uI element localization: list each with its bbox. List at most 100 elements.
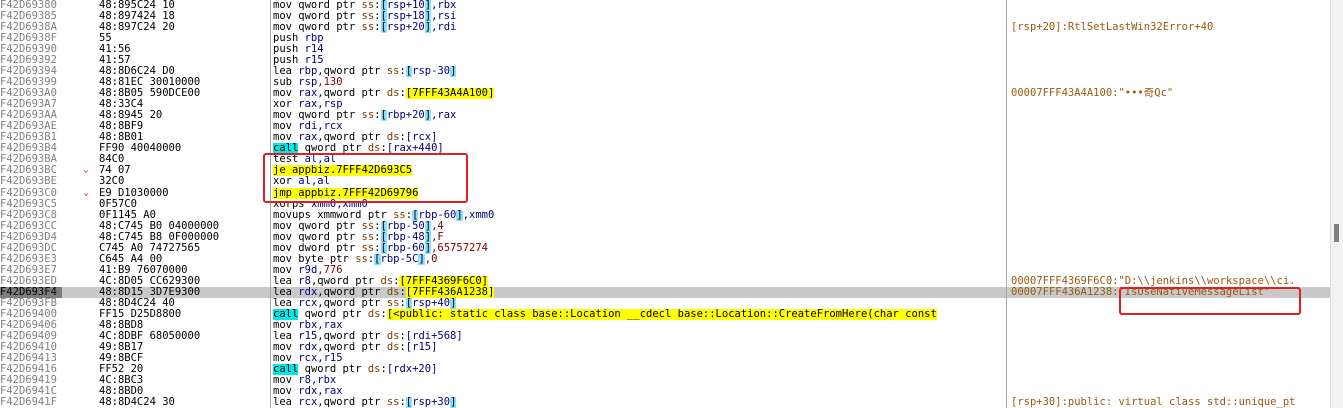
instruction-token: lea bbox=[273, 330, 299, 342]
disasm-row[interactable]: F42D69416 FF52 20 call qword ptr ds:[rdx+2… bbox=[0, 363, 1331, 375]
comment-cell bbox=[1011, 320, 1331, 331]
bytes-cell: 41:57 bbox=[99, 55, 131, 67]
disasm-row[interactable]: F42D693B1 48:8B01 mov rax,qword ptr ds:[rc… bbox=[0, 132, 1331, 143]
comment-cell: [rsp+30]:public: virtual class std::uniq… bbox=[1011, 397, 1296, 408]
disasm-row[interactable]: F42D693C5 0F57C0 xorps xmm0,xmm0 bbox=[0, 199, 1331, 210]
instruction-token: rbp+20 bbox=[386, 110, 425, 122]
instruction-token: ,qword ptr bbox=[310, 275, 381, 287]
address-cell: F42D6938F bbox=[0, 33, 57, 45]
instruction-cell: je appbiz.7FFF42D693C5 bbox=[273, 165, 1005, 177]
bytes-cell: 48:8D4C24 40 bbox=[99, 297, 175, 309]
instruction-token: : bbox=[399, 66, 406, 78]
disasm-row[interactable]: F42D69380 48:895C24 10 mov qword ptr ss:[r… bbox=[0, 0, 1331, 11]
instruction-token: [rax+440] bbox=[386, 143, 444, 155]
instruction-cell: call qword ptr ds:[rdx+20] bbox=[273, 363, 1005, 375]
disasm-row[interactable]: F42D693CC 48:C745 B0 04000000 mov qword pt… bbox=[0, 220, 1331, 232]
instruction-token: rsp+40 bbox=[412, 297, 451, 309]
instruction-token: mov qword ptr bbox=[273, 11, 362, 23]
disasm-row[interactable]: F42D693BA 84C0 test al,al bbox=[0, 154, 1331, 165]
instruction-token: r8 bbox=[298, 275, 311, 287]
disasm-row[interactable]: F42D693FB 48:8D4C24 40 lea rcx,qword ptr s… bbox=[0, 297, 1331, 309]
jump-arrow-icon bbox=[80, 342, 92, 353]
comment-cell bbox=[1011, 342, 1331, 353]
disasm-row[interactable]: F42D693ED 4C:8D05 CC629300 lea r8,qword pt… bbox=[0, 275, 1331, 287]
disasm-row[interactable]: F42D69392 41:57 push r15 bbox=[0, 55, 1331, 66]
vertical-scrollbar[interactable] bbox=[1330, 0, 1343, 408]
scrollbar-thumb[interactable] bbox=[1334, 224, 1339, 242]
instruction-token: : bbox=[399, 88, 406, 100]
jump-arrow-icon bbox=[80, 99, 92, 110]
instruction-token: push bbox=[273, 55, 305, 67]
disasm-row[interactable]: F42D693D4 48:C745 B8 0F000000 mov qword pt… bbox=[0, 231, 1331, 243]
instruction-token: push bbox=[273, 33, 305, 45]
instruction-cell: mov rcx,r15 bbox=[273, 353, 1005, 364]
comment-cell: 00007FFF43A4A100:"•••奇Qc" bbox=[1011, 88, 1174, 100]
disasm-row[interactable]: F42D693AE 48:8BF9 mov rdi,rcx bbox=[0, 121, 1331, 132]
instruction-cell: mov rdx,rax bbox=[273, 386, 1005, 397]
address-cell: F42D693BC bbox=[0, 165, 57, 177]
instruction-token: je appbiz.7FFF42D693C5 bbox=[273, 165, 413, 177]
disasm-row[interactable]: F42D69390 41:56 push r14 bbox=[0, 44, 1331, 55]
comment-cell bbox=[1011, 265, 1331, 276]
disasm-row[interactable]: F42D6941F 48:8D4C24 30 lea rcx,qword ptr s… bbox=[0, 397, 1331, 408]
disasm-row[interactable]: F42D693A7 48:33C4 xor rax,rsp bbox=[0, 99, 1331, 110]
disasm-row[interactable]: F42D693BC ⌄ 74 07 je appbiz.7FFF42D693C5 bbox=[0, 165, 1331, 177]
instruction-token: lea bbox=[273, 286, 299, 298]
instruction-token: mov bbox=[273, 341, 299, 353]
disasm-row[interactable]: F42D693F4 48:8D15 3D7E9300 lea rdx,qword p… bbox=[0, 286, 1331, 298]
address-cell: F42D693E3 bbox=[0, 253, 57, 265]
jump-arrow-icon bbox=[80, 287, 92, 298]
comment-cell bbox=[1011, 188, 1331, 199]
instruction-cell: mov rax,qword ptr ds:[rcx] bbox=[273, 132, 1005, 143]
instruction-cell: call qword ptr ds:[<public: static class… bbox=[273, 308, 1005, 320]
instruction-token: ] bbox=[450, 297, 457, 309]
instruction-token: ds bbox=[367, 308, 381, 320]
address-cell: F42D693E7 bbox=[0, 264, 57, 276]
disasm-row[interactable]: F42D69419 4C:8BC3 mov r8,rbx bbox=[0, 375, 1331, 386]
instruction-token: rdi,rcx bbox=[298, 121, 343, 133]
bytes-cell: 48:8BD0 bbox=[99, 386, 144, 398]
disasm-row[interactable]: F42D693BE 32C0 xor al,al bbox=[0, 176, 1331, 187]
instruction-token: ss bbox=[361, 22, 375, 34]
bytes-cell: 74 07 bbox=[99, 165, 131, 177]
instruction-cell: lea rbp,qword ptr ss:[rsp-30] bbox=[273, 66, 1005, 78]
instruction-token: ,qword ptr bbox=[317, 66, 387, 78]
instruction-token: rcx bbox=[298, 297, 318, 309]
disasm-row[interactable]: F42D69385 48:897424 18 mov qword ptr ss:[r… bbox=[0, 11, 1331, 23]
jump-arrow-icon bbox=[80, 132, 92, 143]
disasm-row[interactable]: F42D693E7 41:B9 76070000 mov r9d,776 bbox=[0, 265, 1331, 276]
disasm-row[interactable]: F42D693C8 0F1145 A0 movups xmmword ptr ss:… bbox=[0, 209, 1331, 221]
disasm-row[interactable]: F42D69406 48:8BD8 mov rbx,rax bbox=[0, 320, 1331, 331]
instruction-token: [rcx] bbox=[405, 132, 438, 144]
disasm-row[interactable]: F42D69410 49:8B17 mov rdx,qword ptr ds:[r1… bbox=[0, 342, 1331, 353]
disasm-row[interactable]: F42D693B4 FF90 40040000 call qword ptr ds:… bbox=[0, 143, 1331, 155]
address-cell: F42D69413 bbox=[0, 352, 57, 364]
address-cell: F42D693B4 bbox=[0, 143, 57, 155]
disasm-row[interactable]: F42D693A0 48:8B05 590DCE00 mov rax,qword p… bbox=[0, 88, 1331, 100]
disasm-row[interactable]: F42D6938F 55 push rbp bbox=[0, 33, 1331, 44]
instruction-token: ss bbox=[361, 231, 375, 243]
disasm-row[interactable]: F42D69394 48:8D6C24 D0 lea rbp,qword ptr s… bbox=[0, 66, 1331, 78]
jump-arrow-icon bbox=[80, 55, 92, 66]
instruction-token: ,qword ptr bbox=[317, 397, 387, 408]
instruction-token: ss bbox=[361, 11, 375, 23]
instruction-cell: lea r8,qword ptr ds:[7FFF4369F6C0] bbox=[273, 275, 1005, 287]
instruction-token: push bbox=[273, 44, 305, 56]
disasm-row[interactable]: F42D6938A 48:897C24 20 mov qword ptr ss:[r… bbox=[0, 22, 1331, 34]
disasm-row[interactable]: F42D693C0 ⌄ E9 D1030000 jmp appbiz.7FFF42D6… bbox=[0, 187, 1331, 199]
disasm-row[interactable]: F42D693AA 48:8945 20 mov qword ptr ss:[rbp… bbox=[0, 110, 1331, 122]
disasm-row[interactable]: F42D69409 4C:8DBF 68050000 lea r15,qword p… bbox=[0, 331, 1331, 342]
disasm-row[interactable]: F42D69400 FF15 D25D8800 call qword ptr ds:… bbox=[0, 308, 1331, 320]
disasm-row[interactable]: F42D69413 49:8BCF mov rcx,r15 bbox=[0, 353, 1331, 364]
disasm-row[interactable]: F42D693E3 C645 A4 00 mov byte ptr ss:[rbp-… bbox=[0, 253, 1331, 265]
bytes-cell: FF52 20 bbox=[99, 363, 144, 375]
instruction-cell: lea r15,qword ptr ds:[rdi+568] bbox=[273, 331, 1005, 342]
instruction-token: ds bbox=[367, 143, 381, 155]
disasm-row[interactable]: F42D6941C 48:8BD0 mov rdx,rax bbox=[0, 386, 1331, 397]
jump-arrow-icon bbox=[80, 397, 92, 408]
disasm-row[interactable]: F42D69399 48:81EC 30010000 sub rsp,130 bbox=[0, 77, 1331, 88]
instruction-token: ss bbox=[361, 110, 375, 122]
disassembly-view[interactable]: F42D69380 48:895C24 10 mov qword ptr ss:[r… bbox=[0, 0, 1343, 408]
disasm-row[interactable]: F42D693DC C745 A0 74727565 mov dword ptr s… bbox=[0, 242, 1331, 254]
instruction-token: ds bbox=[386, 88, 400, 100]
